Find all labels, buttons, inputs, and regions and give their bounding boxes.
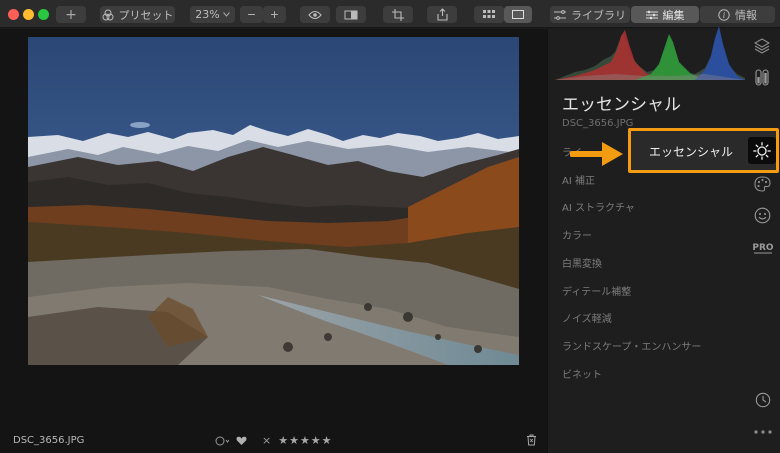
color-label-icon[interactable] <box>215 436 229 446</box>
panel-file-name: DSC_3656.JPG <box>562 118 634 129</box>
essential-callout[interactable]: エッセンシャル <box>628 128 779 173</box>
preview-button[interactable] <box>300 6 330 23</box>
preset-button[interactable]: プリセット <box>100 6 175 23</box>
trash-icon[interactable] <box>526 434 537 446</box>
zoom-window-button[interactable] <box>38 9 49 20</box>
arrow-right-icon <box>570 142 623 166</box>
grid-view-button[interactable] <box>474 6 504 23</box>
tool-vignette[interactable]: ビネット <box>562 366 602 381</box>
callout-label: エッセンシャル <box>649 145 734 159</box>
photo-preview[interactable] <box>28 37 519 365</box>
heart-icon[interactable] <box>236 436 247 446</box>
palette-icon[interactable] <box>754 176 771 192</box>
zoom-select[interactable]: 23% <box>190 6 235 23</box>
reject-icon[interactable]: × <box>262 434 271 447</box>
single-view-button[interactable] <box>504 6 532 23</box>
eye-icon <box>308 10 322 19</box>
tool-detail[interactable]: ディテール補整 <box>562 283 631 298</box>
file-name: DSC_3656.JPG <box>13 435 85 446</box>
star-rating[interactable]: ★★★★★ <box>278 434 332 447</box>
zoom-out-button[interactable]: − <box>240 6 263 23</box>
plus-icon: + <box>65 6 77 23</box>
adjust-icon[interactable] <box>755 69 769 86</box>
share-icon <box>436 8 448 21</box>
sliders-icon <box>645 10 658 19</box>
plus-icon: + <box>269 8 280 21</box>
tool-landscape-enhancer[interactable]: ランドスケープ・エンハンサー <box>562 338 701 353</box>
pro-icon[interactable]: PRO <box>753 240 773 254</box>
rating-bar: × ★★★★★ <box>215 434 333 447</box>
add-button[interactable]: + <box>56 6 86 23</box>
histogram <box>555 26 745 80</box>
library-icon <box>554 9 566 20</box>
zoom-value: 23% <box>195 8 220 21</box>
close-window-button[interactable] <box>8 9 19 20</box>
tool-ai-enhance[interactable]: AI 補正 <box>562 172 595 187</box>
svg-text:PRO: PRO <box>753 243 773 253</box>
single-view-icon <box>512 10 524 19</box>
tab-edit[interactable]: 編集 <box>631 6 699 23</box>
grid-icon <box>483 10 495 18</box>
face-icon[interactable] <box>754 207 771 224</box>
preset-icon <box>102 9 113 20</box>
compare-button[interactable] <box>336 6 366 23</box>
tool-color[interactable]: カラー <box>562 227 592 242</box>
split-view-icon <box>344 10 358 19</box>
minimize-window-button[interactable] <box>23 9 34 20</box>
share-button[interactable] <box>427 6 457 23</box>
tab-info[interactable]: i 情報 <box>700 6 775 23</box>
sun-icon <box>748 137 776 164</box>
crop-icon <box>392 8 404 21</box>
tab-edit-label: 編集 <box>662 8 685 22</box>
tool-black-white[interactable]: 白黒変換 <box>562 255 602 270</box>
preset-label: プリセット <box>118 8 174 22</box>
tab-library[interactable]: ライブラリ <box>550 6 630 23</box>
minus-icon: − <box>246 8 257 21</box>
more-icon[interactable] <box>754 430 772 434</box>
crop-button[interactable] <box>383 6 413 23</box>
tool-noise-reduction[interactable]: ノイズ軽減 <box>562 310 612 325</box>
clock-icon[interactable] <box>755 392 771 408</box>
info-icon: i <box>718 8 730 21</box>
tab-info-label: 情報 <box>735 8 757 22</box>
zoom-in-button[interactable]: + <box>263 6 286 23</box>
panel-title: エッセンシャル <box>562 95 681 115</box>
chevron-down-icon <box>222 12 230 17</box>
toolbar: + プリセット 23% − + ライブラリ 編集 i 情報 <box>0 0 780 28</box>
tab-library-label: ライブラリ <box>571 8 626 22</box>
svg-text:i: i <box>723 11 726 20</box>
layers-icon[interactable] <box>754 38 770 54</box>
tool-ai-structure[interactable]: AI ストラクチャ <box>562 199 635 214</box>
